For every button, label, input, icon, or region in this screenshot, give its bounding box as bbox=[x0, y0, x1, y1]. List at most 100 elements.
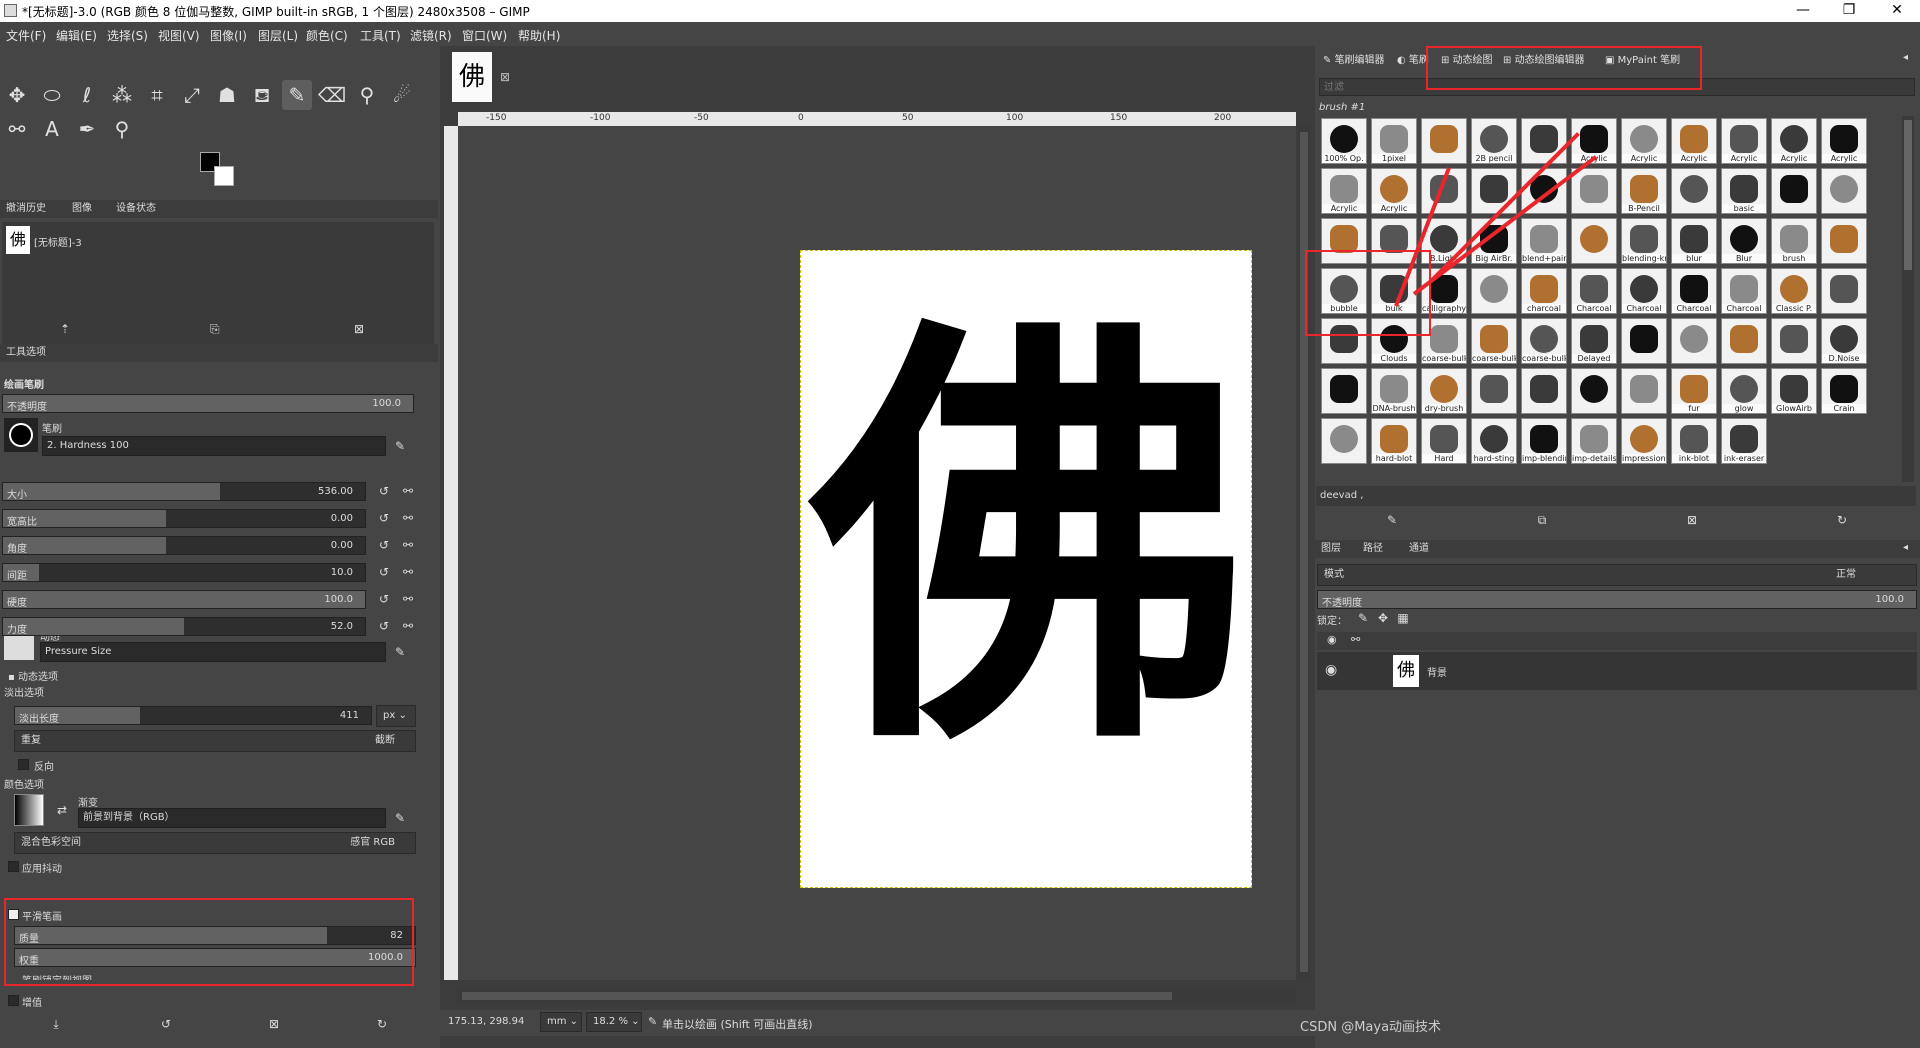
brush-preview[interactable] bbox=[4, 418, 38, 452]
minimize-button[interactable]: — bbox=[1780, 0, 1826, 22]
brush-thumb[interactable]: D.Noise bbox=[1821, 318, 1867, 364]
slider-5[interactable]: 力度 52.0 bbox=[2, 617, 366, 636]
brush-thumb[interactable]: blending-knife bbox=[1621, 218, 1667, 264]
tab-images[interactable]: 图像 bbox=[68, 201, 96, 217]
gradient-name[interactable]: 前景到背景（RGB） bbox=[78, 808, 386, 828]
brush-thumb[interactable]: Hard bbox=[1421, 418, 1467, 464]
tab-tool-options[interactable]: 工具选项 bbox=[2, 345, 50, 361]
ellipse-select-icon[interactable]: ⬭ bbox=[37, 80, 67, 110]
menu-layer[interactable]: 图层(L) bbox=[258, 27, 298, 44]
slider-1[interactable]: 宽高比 0.00 bbox=[2, 509, 366, 528]
brush-thumb[interactable] bbox=[1471, 168, 1517, 214]
brush-thumb[interactable]: impressionism bbox=[1621, 418, 1667, 464]
tab-paths[interactable]: 路径 bbox=[1359, 541, 1387, 557]
link-pressure-icon[interactable]: ⚯ bbox=[400, 537, 416, 553]
link-pressure-icon[interactable]: ⚯ bbox=[400, 564, 416, 580]
transform-icon[interactable]: ⤢ bbox=[177, 80, 207, 110]
blend-space-select[interactable]: 混合色彩空间 感官 RGB bbox=[14, 832, 416, 854]
brush-thumb[interactable]: fur bbox=[1671, 368, 1717, 414]
brush-scrollbar[interactable] bbox=[1902, 116, 1914, 482]
brush-thumb[interactable]: hard-sting bbox=[1471, 418, 1517, 464]
brush-thumb[interactable] bbox=[1471, 368, 1517, 414]
edit-brush-icon[interactable]: ✎ bbox=[392, 438, 408, 454]
brush-thumb[interactable]: charcoal bbox=[1521, 268, 1567, 314]
lock-pixels-icon[interactable]: ✎ bbox=[1355, 610, 1371, 626]
new-image-icon[interactable]: ⎘ bbox=[210, 322, 220, 337]
incremental-checkbox[interactable] bbox=[8, 995, 19, 1006]
fuzzy-select-icon[interactable]: ⁂ bbox=[107, 80, 137, 110]
brush-thumb[interactable]: Classic P. bbox=[1771, 268, 1817, 314]
reset-icon[interactable]: ↺ bbox=[376, 618, 392, 634]
dynamics-options-expander[interactable]: ▪ 动态选项 bbox=[8, 668, 58, 683]
unit-select[interactable]: px ⌄ bbox=[376, 705, 416, 727]
brush-thumb[interactable]: Charcoal bbox=[1571, 268, 1617, 314]
brush-thumb[interactable]: Acrylic bbox=[1721, 118, 1767, 164]
reset-icon[interactable]: ↺ bbox=[376, 591, 392, 607]
raise-icon[interactable]: ⇡ bbox=[60, 322, 70, 336]
menu-view[interactable]: 视图(V) bbox=[158, 27, 200, 44]
brush-thumb[interactable]: Crain bbox=[1821, 368, 1867, 414]
brush-thumb[interactable] bbox=[1621, 318, 1667, 364]
brush-thumb[interactable] bbox=[1771, 168, 1817, 214]
reset-icon[interactable]: ↺ bbox=[376, 537, 392, 553]
zoom-select[interactable]: 18.2 % ⌄ bbox=[586, 1012, 642, 1032]
brush-thumb[interactable]: blur bbox=[1671, 218, 1717, 264]
smudge-icon[interactable]: ☄ bbox=[387, 80, 417, 110]
menu-select[interactable]: 选择(S) bbox=[107, 27, 148, 44]
link-pressure-icon[interactable]: ⚯ bbox=[400, 483, 416, 499]
brush-thumb[interactable]: DNA-brush bbox=[1371, 368, 1417, 414]
paths-icon[interactable]: ⚯ bbox=[2, 114, 32, 144]
link-pressure-icon[interactable]: ⚯ bbox=[400, 591, 416, 607]
brush-thumb[interactable] bbox=[1571, 168, 1617, 214]
edit-dynamics-icon[interactable]: ✎ bbox=[392, 644, 408, 660]
move-icon[interactable]: ✥ bbox=[2, 80, 32, 110]
brush-name[interactable]: 2. Hardness 100 bbox=[42, 436, 386, 456]
dynamics-name[interactable]: Pressure Size bbox=[40, 642, 386, 662]
delete-brush-icon[interactable]: ⊠ bbox=[1684, 512, 1700, 528]
close-button[interactable]: ✕ bbox=[1874, 0, 1920, 22]
brush-thumb[interactable] bbox=[1671, 318, 1717, 364]
gradient-preview[interactable] bbox=[14, 794, 44, 826]
brush-thumb[interactable] bbox=[1571, 368, 1617, 414]
scroll-thumb[interactable] bbox=[1904, 120, 1912, 270]
brush-thumb[interactable]: imp-details bbox=[1571, 418, 1617, 464]
reverse-checkbox[interactable] bbox=[18, 759, 29, 770]
menu-file[interactable]: 文件(F) bbox=[6, 27, 46, 44]
layer-opacity-slider[interactable]: 不透明度 100.0 bbox=[1317, 590, 1917, 609]
brush-thumb[interactable]: Acrylic bbox=[1371, 168, 1417, 214]
reset-icon[interactable]: ↺ bbox=[376, 483, 392, 499]
brush-thumb[interactable]: basic bbox=[1721, 168, 1767, 214]
slider-4[interactable]: 硬度 100.0 bbox=[2, 590, 366, 609]
refresh-brushes-icon[interactable]: ↻ bbox=[1834, 512, 1850, 528]
bg-color-swatch[interactable] bbox=[214, 166, 234, 186]
brush-thumb[interactable]: Delayed bbox=[1571, 318, 1617, 364]
brush-thumb[interactable] bbox=[1521, 368, 1567, 414]
brush-thumb[interactable] bbox=[1621, 368, 1667, 414]
reset-icon[interactable]: ↺ bbox=[376, 564, 392, 580]
close-image-tab-icon[interactable]: ⊠ bbox=[500, 70, 510, 84]
brush-thumb[interactable]: GlowAirb bbox=[1771, 368, 1817, 414]
tab-layers[interactable]: 图层 bbox=[1317, 541, 1345, 557]
brush-thumb[interactable] bbox=[1521, 118, 1567, 164]
layer-row[interactable]: ◉ 佛 背景 bbox=[1317, 652, 1917, 690]
brush-thumb[interactable]: B-Pencil bbox=[1621, 168, 1667, 214]
save-options-icon[interactable]: ⤓ bbox=[48, 1016, 64, 1032]
reset-options-icon[interactable]: ↻ bbox=[374, 1016, 390, 1032]
paintbrush-icon[interactable]: ✎ bbox=[282, 80, 312, 110]
image-tab-thumbnail[interactable]: 佛 bbox=[452, 52, 492, 102]
brush-thumb[interactable]: Charcoal bbox=[1621, 268, 1667, 314]
fade-length-slider[interactable]: 淡出长度 411 bbox=[14, 706, 372, 725]
history-item[interactable]: [无标题]-3 bbox=[34, 234, 82, 249]
scroll-thumb[interactable] bbox=[462, 992, 1172, 1000]
slider-0[interactable]: 大小 536.00 bbox=[2, 482, 366, 501]
bucket-fill-icon[interactable]: ⛾ bbox=[247, 80, 277, 110]
brush-thumb[interactable]: glow bbox=[1721, 368, 1767, 414]
tab-undo-history[interactable]: 撤消历史 bbox=[2, 201, 50, 217]
tab-brush-editor[interactable]: ✎ 笔刷编辑器 bbox=[1319, 51, 1389, 71]
free-select-icon[interactable]: ℓ bbox=[72, 80, 102, 110]
brush-thumb[interactable] bbox=[1721, 318, 1767, 364]
brush-thumb[interactable]: Acrylic bbox=[1671, 118, 1717, 164]
mode-select[interactable]: 模式 正常 bbox=[1317, 564, 1917, 586]
menu-colors[interactable]: 颜色(C) bbox=[306, 27, 348, 44]
history-thumb[interactable]: 佛 bbox=[6, 226, 30, 254]
